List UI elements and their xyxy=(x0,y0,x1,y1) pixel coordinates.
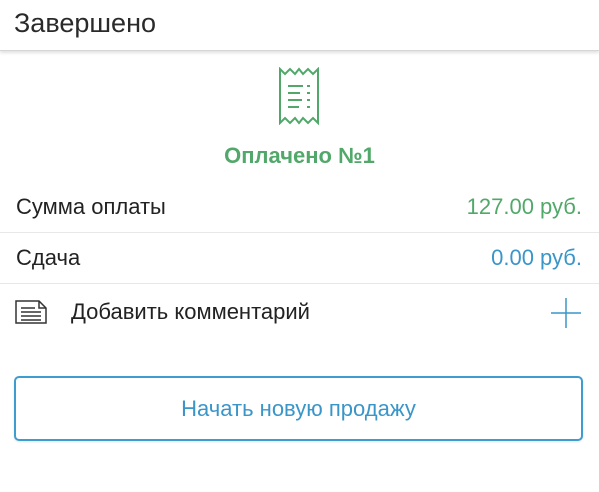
app-header: Завершено xyxy=(0,0,599,51)
document-icon xyxy=(15,300,47,324)
start-new-sale-label: Начать новую продажу xyxy=(181,396,416,421)
payment-amount-value: 127.00 руб. xyxy=(466,194,582,219)
plus-icon[interactable] xyxy=(549,296,583,330)
receipt-icon xyxy=(279,67,319,125)
payment-amount-row: Сумма оплаты 127.00 руб. xyxy=(0,182,599,232)
add-comment-row[interactable]: Добавить комментарий xyxy=(0,284,599,340)
add-comment-label[interactable]: Добавить комментарий xyxy=(71,299,310,325)
change-label: Сдача xyxy=(16,245,81,270)
start-new-sale-button[interactable]: Начать новую продажу xyxy=(14,376,583,441)
change-value: 0.00 руб. xyxy=(491,245,582,270)
page-title: Завершено xyxy=(14,8,157,38)
payment-amount-label: Сумма оплаты xyxy=(16,194,166,219)
payment-status-title: Оплачено №1 xyxy=(224,143,375,168)
payment-complete-screen: Завершено Оплачено №1 Сумма оплаты 127.0… xyxy=(0,0,599,492)
change-row: Сдача 0.00 руб. xyxy=(0,233,599,283)
